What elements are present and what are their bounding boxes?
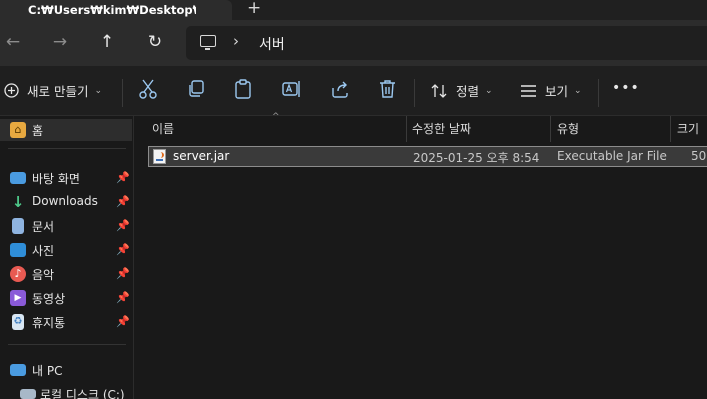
sidebar-item-label: 음악: [32, 268, 55, 282]
up-button[interactable]: ↑: [97, 32, 117, 52]
jar-file-icon: [153, 149, 166, 164]
sidebar-item-pictures[interactable]: 사진 📌: [0, 239, 132, 261]
sort-icon: [431, 83, 447, 98]
column-header-name[interactable]: 이름: [152, 120, 174, 137]
sidebar-item-music[interactable]: ♪ 음악 📌: [0, 263, 132, 285]
rename-button[interactable]: [282, 80, 302, 98]
pin-icon[interactable]: 📌: [116, 219, 130, 232]
sort-ascending-icon: ^: [272, 112, 280, 122]
share-button[interactable]: [330, 80, 349, 98]
pin-icon[interactable]: 📌: [116, 195, 130, 208]
sidebar-item-recycle-bin[interactable]: ♻ 휴지통 📌: [0, 311, 132, 333]
column-headers: ^ 이름 수정한 날짜 유형 크기: [134, 112, 707, 142]
documents-icon: [12, 218, 24, 234]
breadcrumb-current[interactable]: 서버: [259, 34, 285, 54]
pin-icon[interactable]: 📌: [116, 267, 130, 280]
command-bar: 새로 만들기 ⌄ 정렬 ⌄ 보기 ⌄ •••: [0, 66, 707, 116]
divider: [8, 148, 126, 149]
column-divider[interactable]: [670, 116, 671, 142]
pin-icon[interactable]: 📌: [116, 291, 130, 304]
sidebar-item-label: Downloads: [32, 194, 98, 208]
videos-icon: ▶: [10, 290, 26, 306]
column-divider[interactable]: [550, 116, 551, 142]
pin-icon[interactable]: 📌: [116, 315, 130, 328]
new-button[interactable]: 새로 만들기 ⌄: [4, 81, 102, 100]
sidebar-item-this-pc[interactable]: 내 PC: [0, 359, 132, 381]
sidebar-item-label: 바탕 화면: [32, 172, 80, 186]
home-icon: ⌂: [10, 122, 26, 138]
sidebar-item-documents[interactable]: 문서 📌: [0, 215, 132, 237]
file-size: 50,: [691, 149, 707, 163]
download-icon: ↓: [11, 193, 25, 211]
title-bar: C:₩Users₩kim₩Desktop₩서버 +: [0, 0, 707, 20]
sidebar-item-label: 동영상: [32, 292, 66, 306]
trash-icon: [380, 80, 395, 98]
column-divider[interactable]: [406, 116, 407, 142]
divider: [8, 344, 126, 345]
pictures-icon: [10, 243, 26, 257]
sidebar-item-desktop[interactable]: 바탕 화면 📌: [0, 167, 132, 189]
delete-button[interactable]: [379, 79, 396, 99]
pc-icon: [200, 35, 216, 50]
sidebar-item-local-disk[interactable]: 로컬 디스크 (C:): [0, 383, 132, 399]
clipboard-icon: [235, 79, 251, 99]
sidebar-item-videos[interactable]: ▶ 동영상 📌: [0, 287, 132, 309]
sidebar-item-label: 로컬 디스크 (C:): [40, 388, 125, 399]
refresh-button[interactable]: ↻: [145, 32, 165, 52]
sort-button-label: 정렬: [456, 84, 480, 99]
view-button[interactable]: 보기 ⌄: [520, 81, 582, 100]
new-tab-button[interactable]: +: [247, 0, 261, 18]
music-icon: ♪: [10, 266, 26, 282]
chevron-down-icon: ⌄: [94, 85, 103, 96]
navigation-bar: ← → ↑ ↻ › 서버: [0, 20, 707, 66]
copy-icon: [189, 80, 204, 97]
sort-button[interactable]: 정렬 ⌄: [430, 81, 493, 100]
more-options-button[interactable]: •••: [612, 80, 640, 96]
chevron-down-icon: ⌄: [574, 85, 582, 96]
sidebar-item-label: 홈: [32, 124, 44, 138]
pc-icon: [10, 364, 26, 376]
rename-icon: [282, 81, 300, 97]
chevron-down-icon: ⌄: [485, 85, 493, 96]
file-modified: 2025-01-25 오후 8:54: [413, 151, 540, 165]
file-type: Executable Jar File: [557, 149, 667, 163]
sidebar-item-label: 문서: [32, 220, 55, 234]
divider: [414, 79, 415, 107]
back-button[interactable]: ←: [3, 32, 23, 52]
file-name: server.jar: [173, 149, 230, 163]
copy-button[interactable]: [187, 80, 205, 98]
divider: [598, 79, 599, 107]
divider: [122, 79, 123, 107]
sidebar-item-label: 사진: [32, 244, 55, 258]
table-row[interactable]: server.jar 2025-01-25 오후 8:54 Executable…: [148, 146, 707, 167]
cut-button[interactable]: [139, 79, 157, 99]
column-header-size[interactable]: 크기: [677, 120, 699, 137]
drive-icon: [20, 389, 36, 399]
chevron-right-icon[interactable]: ›: [233, 32, 239, 50]
sidebar-item-label: 휴지통: [32, 316, 66, 330]
desktop-icon: [10, 172, 26, 184]
tab-title: C:₩Users₩kim₩Desktop₩서버: [28, 3, 196, 17]
pin-icon[interactable]: 📌: [116, 171, 130, 184]
view-button-label: 보기: [545, 84, 569, 99]
recycle-bin-icon: ♻: [12, 314, 24, 330]
forward-button[interactable]: →: [50, 32, 70, 52]
paste-button[interactable]: [234, 79, 252, 99]
navigation-pane: ⌂ 홈 바탕 화면 📌 ↓ Downloads 📌 문서 📌 사진 📌 ♪ 음악…: [0, 116, 134, 399]
sidebar-item-home[interactable]: ⌂ 홈: [0, 119, 132, 141]
pin-icon[interactable]: 📌: [116, 243, 130, 256]
address-bar[interactable]: › 서버: [186, 26, 707, 60]
column-header-modified[interactable]: 수정한 날짜: [412, 120, 471, 137]
sidebar-item-label: 내 PC: [32, 364, 63, 378]
scissors-icon: [139, 79, 157, 99]
column-header-type[interactable]: 유형: [557, 120, 579, 137]
view-list-icon: [521, 84, 536, 97]
share-icon: [332, 81, 348, 98]
new-button-label: 새로 만들기: [27, 84, 89, 99]
sidebar-item-downloads[interactable]: ↓ Downloads 📌: [0, 191, 132, 213]
add-circle-icon: [4, 83, 19, 98]
tab-current[interactable]: C:₩Users₩kim₩Desktop₩서버: [0, 0, 232, 20]
